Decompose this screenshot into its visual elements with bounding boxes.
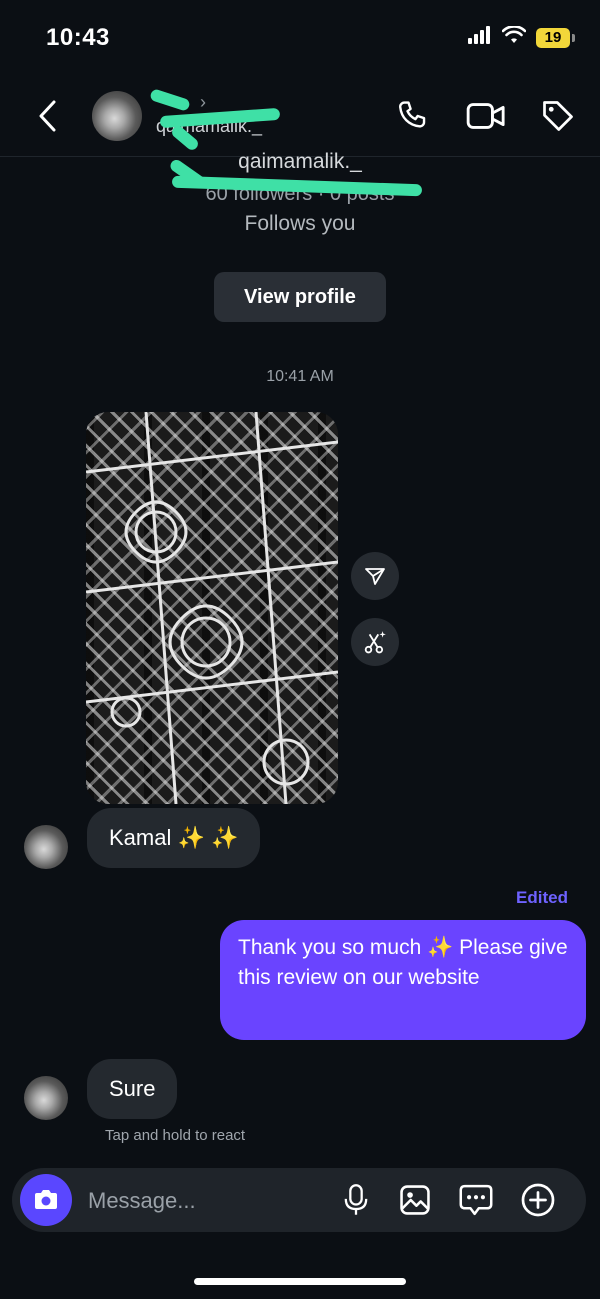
- react-hint: Tap and hold to react: [105, 1127, 246, 1144]
- camera-button[interactable]: [20, 1174, 72, 1226]
- chevron-left-icon: [39, 100, 56, 132]
- chevron-right-icon: ›: [200, 92, 206, 112]
- chat-header: [0, 80, 600, 157]
- chat-bubble-dots-icon: [459, 1184, 493, 1216]
- header-avatar[interactable]: [92, 91, 142, 141]
- received-message[interactable]: Kamal ✨ ✨: [87, 808, 261, 868]
- share-button[interactable]: [351, 552, 399, 600]
- message-composer: [12, 1168, 586, 1232]
- view-profile-button[interactable]: View profile: [214, 272, 386, 322]
- profile-username: qaimamalik._: [238, 150, 362, 173]
- status-icons: 19: [468, 25, 575, 49]
- sticker-button[interactable]: [458, 1182, 494, 1218]
- battery-indicator: 19: [536, 27, 575, 48]
- back-button[interactable]: [28, 96, 68, 136]
- image-icon: [400, 1185, 430, 1215]
- camera-icon: [35, 1190, 57, 1209]
- message-timestamp: 10:41 AM: [266, 368, 334, 385]
- video-camera-icon: [466, 103, 505, 129]
- shared-photo[interactable]: [86, 412, 338, 804]
- sent-message[interactable]: Thank you so much ✨ Please give this rev…: [220, 920, 586, 1040]
- status-time: 10:43: [46, 24, 110, 51]
- sender-avatar[interactable]: [24, 825, 68, 869]
- ai-remix-button[interactable]: [351, 618, 399, 666]
- home-indicator: [194, 1278, 406, 1285]
- received-message[interactable]: Sure: [87, 1059, 178, 1119]
- sender-avatar[interactable]: [24, 1076, 68, 1120]
- signal-icon: [468, 26, 492, 49]
- phone-icon: [399, 101, 426, 128]
- wifi-icon: [501, 25, 527, 49]
- scissors-sparkle-icon: [364, 631, 386, 654]
- tag-button[interactable]: [538, 96, 578, 136]
- send-icon: [365, 568, 385, 585]
- plus-circle-icon: [521, 1183, 555, 1217]
- hibiscus-pattern-image: [86, 412, 338, 804]
- gallery-button[interactable]: [397, 1182, 433, 1218]
- add-button[interactable]: [520, 1182, 556, 1218]
- edited-label: Edited: [516, 888, 568, 907]
- video-call-button[interactable]: [466, 96, 506, 136]
- microphone-button[interactable]: [338, 1182, 374, 1218]
- message-input[interactable]: [86, 1182, 330, 1220]
- audio-call-button[interactable]: [392, 96, 432, 136]
- follows-you-label: Follows you: [244, 212, 356, 235]
- tag-icon: [543, 101, 573, 131]
- microphone-icon: [344, 1184, 368, 1215]
